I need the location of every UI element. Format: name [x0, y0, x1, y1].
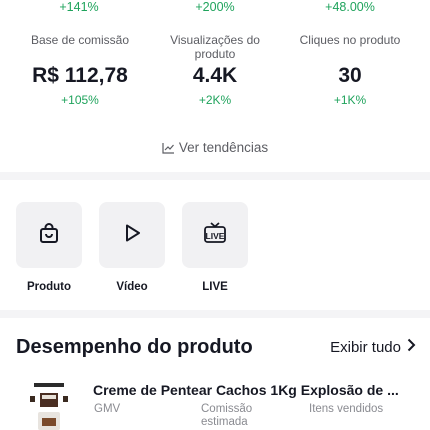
live-badge-text: LIVE [206, 231, 225, 241]
product-name[interactable]: Creme de Pentear Cachos 1Kg Explosão de … [93, 382, 399, 398]
see-all-button[interactable]: Exibir tudo [330, 338, 416, 356]
metric-label: Cliques no produto [299, 33, 401, 47]
tile-live-label: LIVE [202, 281, 228, 293]
col-commission-label: Comissão estimada [201, 403, 253, 428]
metric-label: Visualizações do produto [170, 33, 260, 61]
view-trends-link[interactable]: Ver tendências [0, 140, 430, 157]
metric-change: +105% [61, 93, 99, 107]
metric-label: Base de comissão [30, 33, 130, 47]
metric-change: +1K% [333, 93, 367, 107]
metric-value: 4.4K [192, 64, 238, 87]
metric-product-views[interactable]: Visualizações do produto 4.4K +2K% [145, 33, 285, 107]
delta-1: +141% [59, 0, 99, 14]
product-thumbnail [26, 382, 72, 430]
col-gmv-label: GMV [94, 403, 121, 415]
tile-product-label: Produto [26, 281, 72, 293]
metric-value: 30 [338, 64, 362, 87]
live-icon: LIVE [202, 220, 228, 251]
col-items-sold-label: Itens vendidos [309, 403, 384, 415]
metric-product-clicks[interactable]: Cliques no produto 30 +1K% [280, 33, 420, 107]
trend-chart-icon [162, 142, 175, 157]
product-row[interactable]: Creme de Pentear Cachos 1Kg Explosão de … [0, 378, 430, 430]
bag-icon [37, 221, 61, 250]
section-divider [0, 310, 430, 318]
tile-live-button[interactable]: LIVE [182, 202, 248, 268]
tile-product-button[interactable] [16, 202, 82, 268]
tile-video-label: Vídeo [116, 281, 148, 293]
metric-value: R$ 112,78 [32, 64, 128, 87]
delta-3: +48.00% [325, 0, 375, 14]
chevron-right-icon [407, 338, 416, 356]
tile-video-button[interactable] [99, 202, 165, 268]
metric-change: +2K% [198, 93, 232, 107]
delta-2: +200% [195, 0, 235, 14]
play-icon [120, 221, 144, 250]
top-delta-row: +141% +200% +48.00% [0, 0, 430, 18]
see-all-label: Exibir tudo [330, 338, 401, 356]
section-divider [0, 172, 430, 180]
metric-commission-base[interactable]: Base de comissão R$ 112,78 +105% [10, 33, 150, 107]
product-performance-title: Desempenho do produto [16, 336, 253, 358]
view-trends-label: Ver tendências [178, 140, 269, 155]
